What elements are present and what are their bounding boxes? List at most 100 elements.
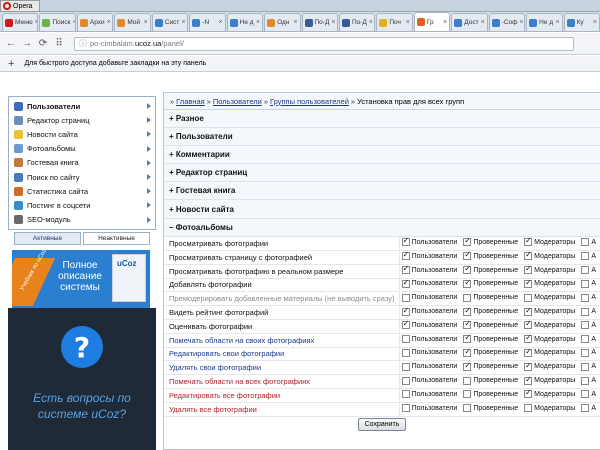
permission-checkbox[interactable] bbox=[581, 238, 590, 247]
permission-checkbox[interactable] bbox=[581, 348, 590, 357]
permission-checkbox[interactable] bbox=[524, 237, 533, 247]
browser-tab[interactable]: -N × bbox=[189, 13, 226, 31]
ucoz-help-banner[interactable]: ? Есть вопросы по системе uCoz? bbox=[8, 308, 156, 450]
browser-tab[interactable]: Cист × bbox=[151, 13, 189, 31]
permission-checkbox[interactable] bbox=[581, 321, 590, 330]
permission-checkbox[interactable] bbox=[581, 307, 590, 316]
tab-close-icon[interactable]: × bbox=[144, 19, 148, 26]
permission-checkbox[interactable] bbox=[524, 293, 533, 302]
permission-checkbox[interactable] bbox=[463, 278, 472, 288]
section-toggle[interactable]: + Новости сайта bbox=[164, 200, 600, 219]
permission-checkbox[interactable] bbox=[401, 306, 410, 316]
browser-tab[interactable]: По-Д × bbox=[301, 13, 338, 31]
forward-icon[interactable]: → bbox=[22, 38, 32, 49]
opera-menu-button[interactable]: Opera bbox=[0, 0, 40, 12]
permission-checkbox[interactable] bbox=[463, 250, 472, 261]
tab-close-icon[interactable]: × bbox=[520, 19, 524, 26]
browser-tab[interactable]: Поиск× bbox=[39, 13, 76, 31]
tab-close-icon[interactable]: × bbox=[406, 19, 410, 26]
tab-close-icon[interactable]: × bbox=[481, 19, 485, 26]
permission-checkbox[interactable] bbox=[581, 266, 590, 275]
section-toggle[interactable]: + Редактор страниц bbox=[164, 164, 600, 183]
permission-checkbox[interactable] bbox=[581, 390, 590, 399]
tab-close-icon[interactable]: × bbox=[219, 19, 223, 26]
permission-checkbox[interactable] bbox=[463, 319, 472, 330]
section-toggle[interactable]: + Комментарии bbox=[164, 146, 600, 165]
breadcrumb-users[interactable]: Пользователи bbox=[213, 97, 262, 106]
browser-tab[interactable]: Ку × bbox=[563, 13, 600, 31]
browser-tab[interactable]: Гр × bbox=[413, 12, 451, 31]
tab-close-icon[interactable]: × bbox=[72, 19, 74, 26]
sidebar-item[interactable]: Поиск по сайту bbox=[9, 170, 155, 184]
section-toggle[interactable]: – Фотоальбомы bbox=[164, 218, 600, 237]
sidebar-item[interactable]: Фотоальбомы bbox=[9, 142, 155, 156]
tab-close-icon[interactable]: × bbox=[181, 19, 185, 26]
permission-checkbox[interactable] bbox=[401, 264, 410, 275]
permission-checkbox[interactable] bbox=[463, 264, 472, 275]
site-info-icon[interactable]: ⓘ bbox=[79, 38, 87, 49]
permission-checkbox[interactable] bbox=[581, 335, 590, 344]
tab-inactive-modules[interactable]: Неактивные bbox=[83, 231, 150, 245]
tab-close-icon[interactable]: × bbox=[555, 19, 559, 26]
permission-checkbox[interactable] bbox=[581, 362, 590, 371]
speed-dial-icon[interactable]: ⠿ bbox=[54, 38, 64, 49]
browser-tab[interactable]: Дост × bbox=[451, 13, 488, 31]
tab-close-icon[interactable]: × bbox=[35, 19, 38, 26]
permission-checkbox[interactable] bbox=[463, 333, 472, 344]
section-toggle[interactable]: + Разное bbox=[164, 110, 600, 129]
tab-close-icon[interactable]: × bbox=[443, 19, 447, 26]
breadcrumb-home[interactable]: Главная bbox=[176, 97, 205, 106]
sidebar-item[interactable]: Гостевая книга bbox=[9, 156, 155, 170]
sidebar-item[interactable]: Редактор страниц bbox=[9, 113, 155, 127]
permission-checkbox[interactable] bbox=[401, 376, 410, 385]
browser-tab[interactable]: Одн × bbox=[264, 13, 301, 31]
permission-checkbox[interactable] bbox=[401, 390, 410, 399]
permission-checkbox[interactable] bbox=[401, 237, 410, 247]
ucoz-manual-banner[interactable]: Учебник по uCoz Полное описание системы … bbox=[12, 250, 150, 308]
permission-checkbox[interactable] bbox=[401, 319, 410, 330]
permission-checkbox[interactable] bbox=[401, 335, 410, 344]
permission-checkbox[interactable] bbox=[463, 237, 472, 247]
permission-checkbox[interactable] bbox=[463, 390, 472, 399]
permission-checkbox[interactable] bbox=[463, 347, 472, 357]
permission-checkbox[interactable] bbox=[581, 376, 590, 385]
browser-tab[interactable]: Архи × bbox=[76, 13, 114, 31]
permission-checkbox[interactable] bbox=[524, 319, 533, 330]
reload-icon[interactable]: ⟳ bbox=[38, 38, 48, 49]
browser-tab[interactable]: Не д × bbox=[226, 13, 264, 31]
permission-checkbox[interactable] bbox=[463, 361, 472, 371]
permission-checkbox[interactable] bbox=[463, 293, 472, 302]
permission-checkbox[interactable] bbox=[401, 348, 410, 357]
permission-checkbox[interactable] bbox=[463, 404, 472, 413]
back-icon[interactable]: ← bbox=[6, 38, 16, 49]
permission-checkbox[interactable] bbox=[524, 306, 533, 316]
browser-tab[interactable]: Мой × bbox=[114, 13, 151, 31]
browser-tab[interactable]: Поч × bbox=[376, 13, 413, 31]
browser-tab[interactable]: По-Д × bbox=[338, 13, 376, 31]
tab-active-modules[interactable]: Активные bbox=[14, 231, 81, 245]
permission-checkbox[interactable] bbox=[463, 376, 472, 385]
permission-checkbox[interactable] bbox=[401, 293, 410, 302]
permission-checkbox[interactable] bbox=[401, 250, 410, 261]
tab-close-icon[interactable]: × bbox=[107, 19, 111, 26]
permission-checkbox[interactable] bbox=[401, 362, 410, 371]
permission-checkbox[interactable] bbox=[524, 264, 533, 275]
tab-close-icon[interactable]: × bbox=[593, 19, 597, 26]
tab-close-icon[interactable]: × bbox=[256, 19, 260, 26]
permission-checkbox[interactable] bbox=[524, 361, 533, 371]
save-button[interactable]: Сохранить bbox=[357, 418, 407, 432]
section-toggle[interactable]: + Пользователи bbox=[164, 128, 600, 147]
browser-tab[interactable]: -Соф × bbox=[488, 13, 526, 31]
browser-tab[interactable]: Не д × bbox=[526, 13, 563, 31]
permission-checkbox[interactable] bbox=[524, 278, 533, 288]
sidebar-item[interactable]: SEO-модуль bbox=[9, 213, 155, 227]
permission-checkbox[interactable] bbox=[581, 404, 590, 413]
permission-checkbox[interactable] bbox=[401, 404, 410, 413]
permission-checkbox[interactable] bbox=[581, 279, 590, 288]
permission-checkbox[interactable] bbox=[524, 347, 533, 357]
permission-checkbox[interactable] bbox=[524, 250, 533, 261]
permission-checkbox[interactable] bbox=[581, 252, 590, 261]
permission-checkbox[interactable] bbox=[524, 404, 533, 413]
permission-checkbox[interactable] bbox=[581, 293, 590, 302]
sidebar-item[interactable]: Статистика сайта bbox=[9, 184, 155, 198]
